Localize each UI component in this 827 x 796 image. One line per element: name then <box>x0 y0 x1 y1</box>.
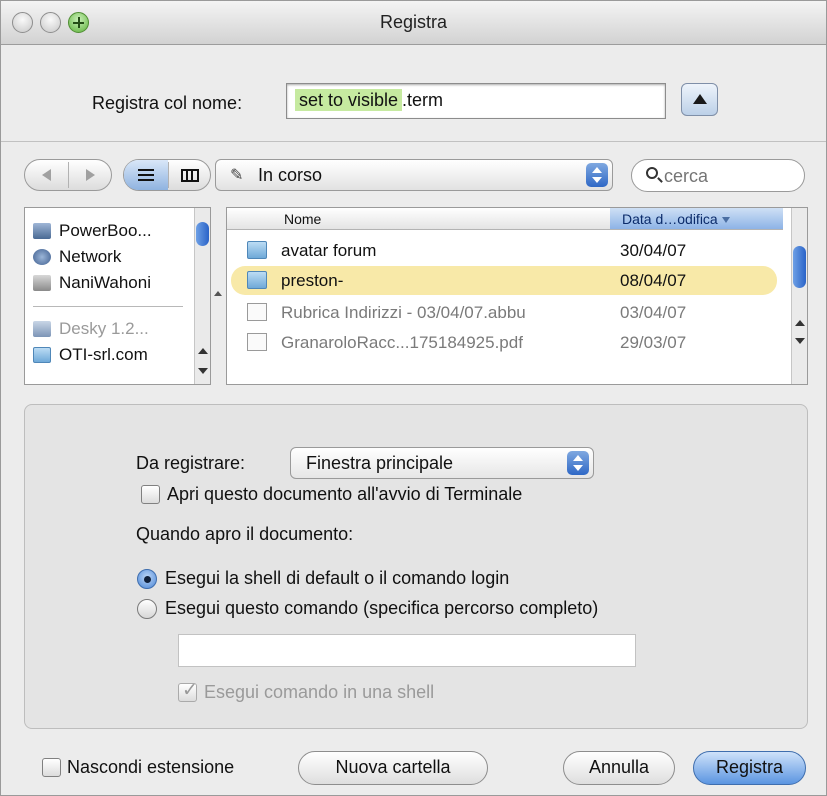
file-row: GranaroloRacc...175184925.pdf 29/03/07 <box>231 328 777 357</box>
sort-descending-icon <box>721 217 730 224</box>
open-at-startup-label: Apri questo documento all'avvio di Termi… <box>167 484 523 504</box>
file-date: 08/04/07 <box>620 271 687 290</box>
pdf-document-icon <box>247 333 267 351</box>
folder-pencil-icon: ✎ <box>230 167 244 184</box>
scroll-thumb[interactable] <box>196 222 209 246</box>
default-shell-label: Esegui la shell di default o il comando … <box>165 568 510 588</box>
run-in-shell-checkbox: ✓ <box>178 680 198 702</box>
scroll-down-arrow[interactable] <box>795 338 805 344</box>
title-bar: Registra <box>1 1 826 45</box>
save-button[interactable]: Registra <box>693 751 806 785</box>
sidebar-scrollbar[interactable] <box>194 208 210 384</box>
cancel-button[interactable]: Annulla <box>563 751 675 785</box>
separator <box>1 141 826 142</box>
scroll-up-arrow[interactable] <box>795 320 805 326</box>
custom-command-label: Esegui questo comando (specifica percors… <box>165 598 599 618</box>
sidebar-item-label: Network <box>59 247 122 266</box>
sidebar-item-label: PowerBoo... <box>59 221 152 240</box>
default-shell-radio[interactable] <box>137 569 157 589</box>
popup-arrows-icon <box>567 451 589 475</box>
save-as-label: Registra col nome: <box>92 93 243 113</box>
caret-up-icon <box>214 291 222 296</box>
column-header-name[interactable]: Nome <box>284 211 321 227</box>
list-view-icon <box>138 169 154 181</box>
view-mode-control <box>123 159 211 191</box>
sidebar-separator <box>33 306 183 307</box>
hide-extension-checkbox[interactable] <box>42 758 61 777</box>
column-view-button[interactable] <box>169 160 210 190</box>
search-icon <box>646 167 658 179</box>
file-list: Nome Data d…odifica avatar forum 30/04/0… <box>226 207 808 385</box>
file-row: Rubrica Indirizzi - 03/04/07.abbu 03/04/… <box>231 298 777 327</box>
file-name: avatar forum <box>281 241 377 260</box>
column-header-date[interactable]: Data d…odifica <box>610 208 783 229</box>
folder-icon <box>247 271 267 289</box>
custom-command-radio[interactable] <box>137 599 157 619</box>
sidebar-item-naniwahoni[interactable]: NaniWahoni <box>33 272 151 294</box>
popup-arrows-icon <box>586 163 608 187</box>
when-open-label: Quando apro il documento: <box>136 524 354 544</box>
column-view-icon <box>180 168 199 182</box>
to-save-label: Da registrare: <box>136 453 246 473</box>
file-row-selected[interactable]: preston- 08/04/07 <box>231 266 777 295</box>
file-date: 30/04/07 <box>620 241 687 260</box>
file-name: Rubrica Indirizzi - 03/04/07.abbu <box>281 303 526 322</box>
hide-extension-label: Nascondi estensione <box>67 757 235 777</box>
save-as-field[interactable]: set to visible .term <box>286 83 666 119</box>
triangle-up-icon <box>693 94 707 104</box>
run-in-shell-label: Esegui comando in una shell <box>204 682 435 702</box>
collapse-browser-button[interactable] <box>681 83 718 116</box>
file-date: 03/04/07 <box>620 303 687 322</box>
search-input[interactable] <box>664 164 794 188</box>
file-name: preston- <box>281 271 344 290</box>
sidebar-item-label: NaniWahoni <box>59 273 151 292</box>
checkmark-icon: ✓ <box>182 680 198 701</box>
file-list-scrollbar[interactable] <box>791 208 807 384</box>
save-dialog: Registra Registra col nome: set to visib… <box>0 0 827 796</box>
scroll-up-arrow[interactable] <box>198 348 208 354</box>
disk-image-icon <box>33 321 51 337</box>
location-label: In corso <box>258 165 323 185</box>
arrow-right-icon <box>85 169 95 181</box>
to-save-popup[interactable]: Finestra principale <box>290 447 594 479</box>
sidebar: PowerBoo... Network NaniWahoni Desky 1.2… <box>24 207 211 385</box>
scroll-down-arrow[interactable] <box>198 368 208 374</box>
back-button[interactable] <box>25 160 68 190</box>
folder-icon <box>247 241 267 259</box>
new-folder-button[interactable]: Nuova cartella <box>298 751 488 785</box>
forward-button[interactable] <box>69 160 111 190</box>
file-name: GranaroloRacc...175184925.pdf <box>281 333 523 352</box>
sidebar-item-oti[interactable]: OTI-srl.com <box>33 344 148 366</box>
filename-selected-text: set to visible <box>295 89 403 111</box>
search-field[interactable] <box>631 159 805 192</box>
column-header-date-label: Data d…odifica <box>622 211 718 227</box>
network-icon <box>33 249 51 265</box>
computer-icon <box>33 223 51 239</box>
list-view-button[interactable] <box>124 160 168 190</box>
file-row[interactable]: avatar forum 30/04/07 <box>231 236 777 265</box>
open-at-startup-checkbox[interactable] <box>141 485 160 504</box>
arrow-left-icon <box>42 169 51 181</box>
filename-extension-text: .term <box>402 90 444 110</box>
disk-icon <box>33 275 51 291</box>
sidebar-item-label: OTI-srl.com <box>59 345 148 364</box>
file-list-header: Nome Data d…odifica <box>227 208 783 230</box>
command-field[interactable] <box>178 634 636 667</box>
window-title: Registra <box>379 12 448 32</box>
sidebar-item-desky[interactable]: Desky 1.2... <box>33 318 149 340</box>
sidebar-item-powerbook[interactable]: PowerBoo... <box>33 220 152 242</box>
file-date: 29/03/07 <box>620 333 687 352</box>
document-icon <box>247 303 267 321</box>
location-popup[interactable]: ✎ In corso <box>215 159 613 191</box>
back-forward-control <box>24 159 112 191</box>
to-save-value: Finestra principale <box>306 453 454 473</box>
folder-icon <box>33 347 51 363</box>
sidebar-item-network[interactable]: Network <box>33 246 121 268</box>
scroll-thumb[interactable] <box>793 246 806 288</box>
sidebar-item-label: Desky 1.2... <box>59 319 149 338</box>
